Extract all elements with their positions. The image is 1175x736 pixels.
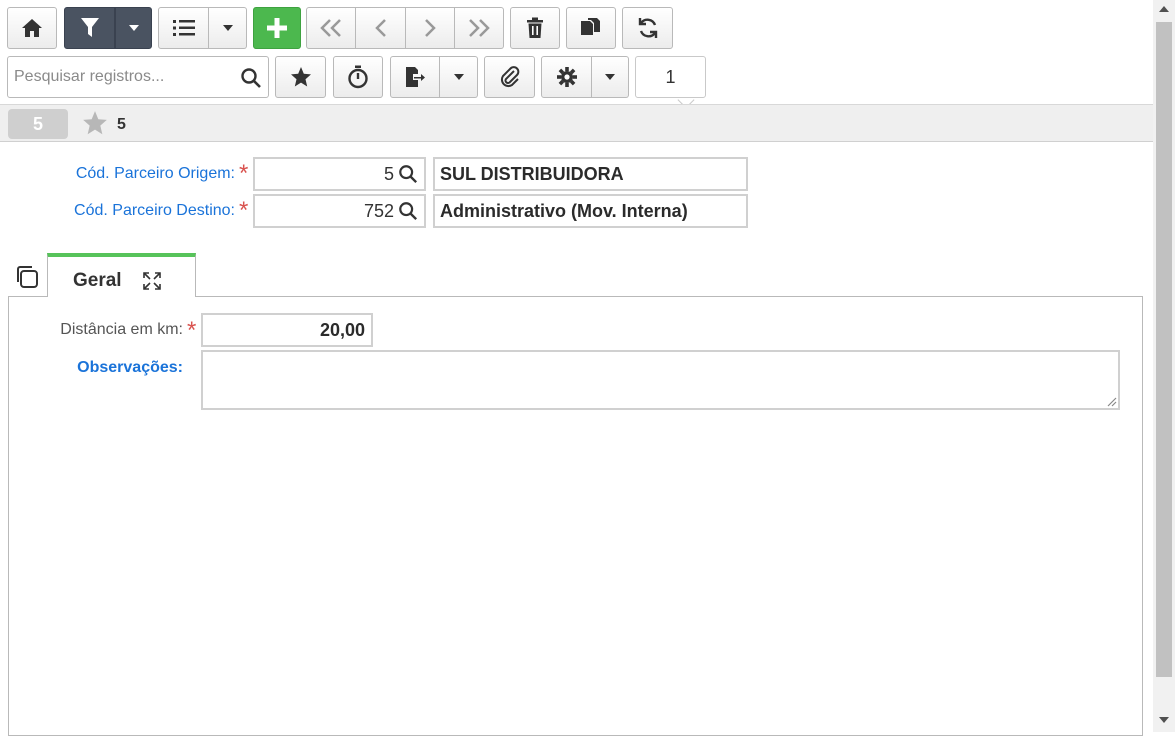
resize-grip-icon[interactable]: [1105, 395, 1117, 407]
list-view-dropdown-button[interactable]: [209, 7, 247, 49]
scroll-down-arrow-icon[interactable]: [1158, 716, 1170, 724]
export-dropdown-button[interactable]: [440, 56, 478, 98]
refresh-button[interactable]: [622, 7, 673, 49]
observacoes-label[interactable]: Observações:: [10, 359, 183, 377]
destino-code-field[interactable]: 752: [253, 194, 426, 228]
star-icon: [290, 67, 311, 87]
first-record-button[interactable]: [306, 7, 356, 49]
origem-description-field: SUL DISTRIBUIDORA: [433, 157, 748, 191]
favorites-button[interactable]: [275, 56, 326, 98]
last-record-button[interactable]: [455, 7, 504, 49]
caret-down-icon: [128, 25, 139, 31]
origem-label[interactable]: Cód. Parceiro Origem:: [30, 165, 235, 183]
scroll-up-arrow-icon[interactable]: [1158, 5, 1170, 13]
origem-code-field[interactable]: 5: [253, 157, 426, 191]
caret-down-icon: [222, 25, 233, 31]
expand-icon[interactable]: [142, 271, 162, 296]
filter-dropdown-button[interactable]: [115, 7, 152, 49]
origem-code-value: 5: [383, 163, 394, 184]
export-icon: [406, 67, 425, 87]
add-record-button[interactable]: [253, 7, 301, 49]
search-icon[interactable]: [398, 201, 418, 221]
origem-description-value: SUL DISTRIBUIDORA: [440, 163, 624, 184]
chevron-left-icon: [374, 19, 386, 37]
copy-tab-icon[interactable]: [14, 264, 40, 295]
search-box: [7, 56, 269, 98]
next-record-button[interactable]: [406, 7, 455, 49]
destino-description-field: Administrativo (Mov. Interna): [433, 194, 748, 228]
paperclip-icon: [500, 66, 519, 88]
home-icon: [22, 19, 42, 37]
settings-button[interactable]: [541, 56, 592, 98]
home-button[interactable]: [7, 7, 57, 49]
page-number-field[interactable]: 1: [635, 56, 706, 98]
destino-required-mark: *: [239, 197, 249, 224]
destino-label[interactable]: Cód. Parceiro Destino:: [30, 202, 235, 220]
double-chevron-left-icon: [320, 19, 341, 37]
vertical-scrollbar[interactable]: [1153, 0, 1175, 732]
tab-geral-label: Geral: [73, 270, 122, 291]
attachment-button[interactable]: [484, 56, 535, 98]
observacoes-textarea[interactable]: [201, 350, 1120, 410]
list-view-button[interactable]: [158, 7, 209, 49]
gear-icon: [556, 67, 577, 87]
double-chevron-right-icon: [469, 19, 490, 37]
distancia-required-mark: *: [187, 317, 197, 344]
destino-code-value: 752: [363, 200, 394, 221]
refresh-icon: [638, 18, 657, 38]
duplicate-button[interactable]: [566, 7, 616, 49]
search-icon[interactable]: [398, 164, 418, 184]
origem-required-mark: *: [239, 160, 249, 187]
copy-icon: [581, 18, 600, 35]
list-icon: [172, 20, 195, 36]
export-button[interactable]: [390, 56, 440, 98]
plus-icon: [267, 18, 287, 38]
filter-icon: [80, 18, 99, 37]
scrollbar-thumb[interactable]: [1156, 22, 1172, 677]
distancia-value: 20,00: [319, 319, 365, 340]
previous-record-button[interactable]: [356, 7, 406, 49]
trash-icon: [527, 17, 543, 38]
timer-button[interactable]: [333, 56, 383, 98]
chevron-right-icon: [425, 19, 436, 37]
stopwatch-icon: [348, 65, 368, 89]
filter-button[interactable]: [64, 7, 115, 49]
favorite-star-icon[interactable]: [82, 110, 108, 141]
search-icon[interactable]: [240, 67, 262, 94]
record-id-badge[interactable]: 5: [8, 109, 68, 139]
settings-dropdown-button[interactable]: [592, 56, 629, 98]
search-input[interactable]: [12, 65, 234, 89]
destino-description-value: Administrativo (Mov. Interna): [440, 200, 688, 221]
record-bar: 5 5: [0, 104, 1153, 142]
page-number-value: 1: [665, 66, 676, 87]
distancia-field[interactable]: 20,00: [201, 313, 373, 347]
favorite-count: 5: [117, 116, 126, 133]
delete-button[interactable]: [510, 7, 560, 49]
caret-down-icon: [453, 74, 464, 80]
tab-geral[interactable]: Geral: [47, 253, 196, 297]
distancia-label[interactable]: Distância em km:: [10, 321, 183, 339]
caret-down-icon: [605, 74, 615, 80]
